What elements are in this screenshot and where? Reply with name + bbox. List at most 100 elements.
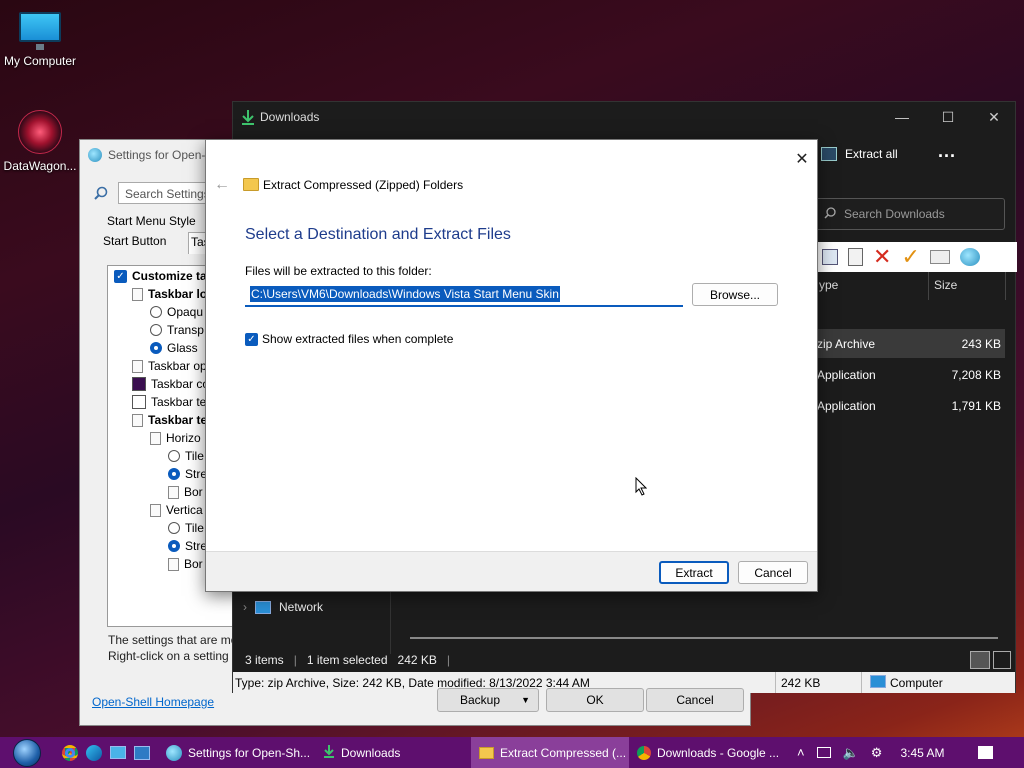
taskbar-button-label: Settings for Open-Sh... [188, 745, 311, 760]
color-swatch-icon [132, 377, 146, 391]
tree-item[interactable]: Bor [168, 485, 203, 499]
tree-item[interactable]: Taskbar co [132, 377, 209, 391]
column-header-size[interactable]: Size [934, 278, 957, 292]
action-center-icon[interactable] [978, 746, 994, 759]
edge-icon[interactable] [86, 744, 102, 761]
taskbar-button-label: Downloads [341, 745, 401, 760]
table-row[interactable]: Application 1,791 KB [817, 391, 1005, 420]
tree-item[interactable]: Taskbar te [132, 395, 206, 409]
extract-dialog: ✕ ← Extract Compressed (Zipped) Folders … [205, 139, 818, 592]
tree-item[interactable]: ✓ Customize ta [114, 269, 207, 283]
chrome-icon [637, 745, 651, 760]
details-view-button[interactable] [970, 651, 990, 669]
chrome-icon[interactable] [62, 744, 78, 761]
tree-item-label: Taskbar lo [148, 287, 208, 301]
column-header-type[interactable]: ype [819, 278, 838, 292]
dropdown-arrow-icon: ▼ [521, 695, 530, 705]
chevron-right-icon: › [243, 600, 247, 614]
taskbar-button-downloads[interactable]: Downloads [315, 737, 471, 768]
settings-search-input[interactable]: Search Settings [118, 182, 218, 204]
page-icon [150, 431, 161, 445]
extract-button[interactable]: Extract [659, 561, 729, 584]
tree-item-label: Opaqu [167, 305, 204, 319]
start-button[interactable] [0, 737, 54, 768]
dialog-cancel-button[interactable]: Cancel [738, 561, 808, 584]
clock[interactable]: 3:45 AM [900, 746, 944, 760]
tree-item[interactable]: Horizo [150, 431, 201, 445]
taskbar-button-settings[interactable]: Settings for Open-Sh... [158, 737, 315, 768]
dialog-cancel-label: Cancel [754, 565, 792, 580]
properties-icon[interactable] [929, 250, 950, 264]
explorer-search-input[interactable]: Search Downloads [815, 198, 1005, 230]
table-row[interactable]: zip Archive 243 KB [817, 329, 1005, 358]
show-files-checkbox[interactable]: ✓ Show extracted files when complete [245, 332, 453, 346]
radio-icon [168, 522, 180, 534]
volume-icon[interactable]: 🔈 [843, 745, 859, 761]
dialog-heading: Select a Destination and Extract Files [245, 226, 511, 243]
file-explorer-icon[interactable] [110, 746, 126, 759]
delete-icon[interactable]: ✕ [873, 246, 891, 268]
tree-item[interactable]: Glass [150, 341, 198, 355]
dialog-close-button[interactable]: ✕ [788, 146, 816, 172]
paste-icon[interactable] [848, 248, 863, 266]
network-icon[interactable] [816, 747, 831, 758]
info-divider [775, 672, 776, 693]
tree-item[interactable]: Bor [168, 557, 203, 571]
desktop-icon-datawagon[interactable]: DataWagon... [0, 110, 80, 173]
radio-icon [168, 450, 180, 462]
row-type: Application [817, 399, 876, 413]
tree-item[interactable]: Taskbar op [132, 359, 207, 373]
back-arrow-icon[interactable]: ← [214, 176, 230, 194]
page-icon [132, 359, 143, 373]
info-location: Computer [890, 676, 943, 690]
copy-icon[interactable] [822, 249, 838, 265]
radio-selected-icon [150, 342, 162, 354]
large-icons-view-button[interactable] [993, 651, 1011, 669]
horizontal-scrollbar[interactable] [410, 637, 998, 639]
tree-item[interactable]: Opaqu [150, 305, 203, 319]
checkmark-icon: ✓ [245, 332, 258, 346]
open-shell-icon[interactable] [959, 248, 980, 266]
tree-item[interactable]: Stre [168, 467, 207, 481]
close-button[interactable]: ✕ [971, 102, 1017, 132]
tree-item[interactable]: Tile [168, 521, 204, 535]
tree-item-label: Bor [184, 557, 203, 571]
search-icon [94, 186, 108, 203]
maximize-button[interactable]: ☐ [925, 102, 971, 132]
tree-item[interactable]: Stre [168, 539, 207, 553]
tree-item[interactable]: Taskbar te [132, 413, 207, 427]
info-divider [861, 672, 862, 693]
tab-start-button[interactable]: Start Button [103, 234, 166, 248]
checkmark-icon[interactable]: ✓ [901, 246, 919, 268]
desktop-icon-my-computer[interactable]: My Computer [0, 2, 80, 68]
ok-button[interactable]: OK [546, 688, 644, 712]
nav-item-network[interactable]: › Network [243, 600, 323, 614]
windows-logo-icon [13, 738, 41, 767]
taskbar-button-chrome[interactable]: Downloads - Google ... [629, 737, 787, 768]
show-hidden-icons-icon[interactable]: ˄ [797, 745, 805, 760]
settings-cancel-button[interactable]: Cancel [646, 688, 744, 712]
homepage-link[interactable]: Open-Shell Homepage [92, 695, 214, 709]
tree-item[interactable]: Taskbar lo [132, 287, 207, 301]
open-shell-icon [88, 148, 102, 162]
tree-item[interactable]: Vertica [150, 503, 203, 517]
backup-button[interactable]: Backup ▼ [437, 688, 539, 712]
control-panel-icon[interactable] [134, 745, 150, 760]
extract-label: Extract [675, 565, 713, 580]
search-icon [824, 206, 836, 222]
radio-icon [150, 324, 162, 336]
browse-button[interactable]: Browse... [692, 283, 778, 306]
tree-item[interactable]: Transp [150, 323, 204, 337]
gear-icon[interactable]: ⚙ [871, 745, 883, 761]
datawagon-icon [18, 110, 62, 154]
extract-all-button[interactable]: Extract all [821, 147, 898, 161]
minimize-button[interactable]: — [879, 102, 925, 132]
taskbar: Settings for Open-Sh... Downloads Extrac… [0, 737, 1024, 768]
more-options-button[interactable]: ... [938, 142, 956, 160]
tree-item[interactable]: Tile [168, 449, 204, 463]
tab-start-menu-style[interactable]: Start Menu Style [107, 214, 196, 228]
taskbar-button-extract[interactable]: Extract Compressed (... [471, 737, 629, 768]
destination-path-input[interactable]: C:\Users\VM6\Downloads\Windows Vista Sta… [245, 284, 683, 307]
table-row[interactable]: Application 7,208 KB [817, 360, 1005, 389]
download-icon [241, 109, 255, 128]
